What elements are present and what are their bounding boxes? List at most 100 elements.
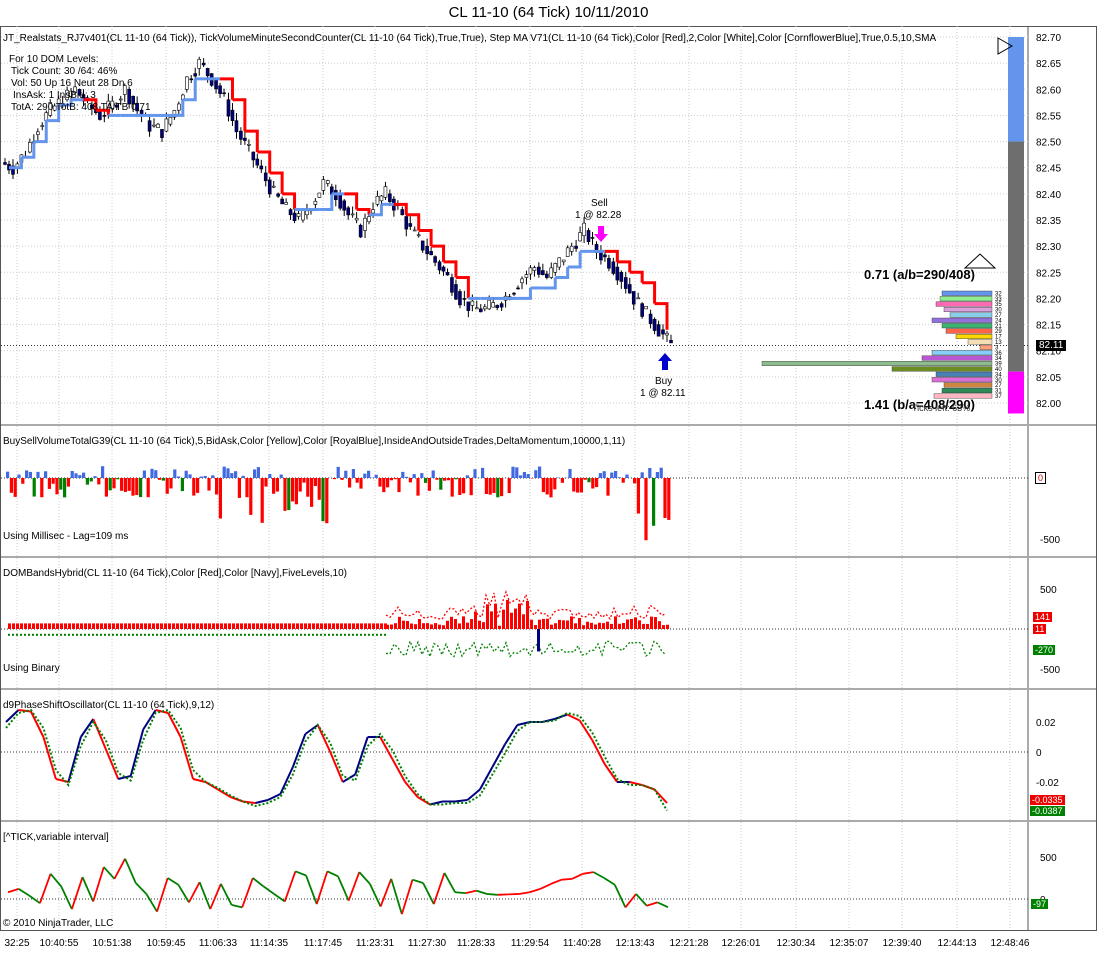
dom-band-dot (180, 633, 182, 636)
chart-canvas[interactable]: 32:25 10:40:55 10:51:38 10:59:45 11:06:33 11:… (0, 0, 1097, 976)
dom-band-dot (28, 633, 30, 636)
buysell-bar (196, 478, 200, 493)
tick-segment (337, 875, 350, 902)
dom-band-bar (594, 624, 597, 629)
dom-band-dot (36, 633, 38, 636)
dom-band-dot (216, 633, 218, 636)
dom-band-bar (610, 623, 613, 629)
x-tick-label: 11:23:31 (356, 938, 395, 949)
candle-body (524, 274, 529, 278)
buysell-bar (188, 474, 192, 478)
dom-band-dot (52, 633, 54, 636)
tick-segment (18, 888, 30, 897)
dom-band-bar (372, 623, 375, 629)
dom-band-bar (470, 619, 473, 629)
dom-band-bar (650, 616, 653, 629)
dom-lower-band (385, 639, 667, 659)
dom-band-bar (510, 612, 513, 629)
buysell-bar (9, 478, 13, 493)
candle-body (276, 193, 280, 197)
dom-band-bar (40, 623, 43, 629)
candle-body (342, 200, 347, 211)
buysell-bar (496, 478, 500, 498)
buysell-bar (606, 478, 610, 496)
tick-segment (571, 872, 584, 880)
osc-main-segment (304, 724, 319, 735)
step-ma-segment (443, 260, 458, 278)
candle-body (644, 305, 648, 310)
buysell-bar (332, 478, 336, 480)
ratio-top: 0.71 (a/b=290/408) (864, 267, 975, 282)
candle-body (354, 217, 359, 221)
dom-band-dot (132, 633, 134, 636)
osc-main-segment (417, 796, 431, 806)
dom-band-bar (72, 623, 75, 629)
candle-body (408, 223, 413, 227)
price-tick-label: 82.05 (1036, 373, 1061, 384)
buysell-bar (317, 478, 321, 500)
buysell-bar (427, 478, 431, 491)
buysell-bar (519, 475, 523, 478)
step-ma-segment (629, 270, 644, 283)
candle-body (549, 267, 554, 278)
buysell-bar (526, 474, 530, 478)
tick-segment (390, 878, 403, 915)
dom-band-bar (654, 617, 657, 629)
osc-main-segment (454, 799, 468, 803)
dom-tick-label: -500 (1040, 665, 1060, 676)
dom-band-bar (454, 619, 457, 629)
candle-body (197, 59, 202, 69)
dom-band-bar (300, 623, 303, 629)
buysell-bar (416, 478, 420, 496)
dom-band-bar (164, 623, 167, 629)
buysell-bar (484, 478, 488, 495)
candle-body (98, 111, 102, 120)
candle-body (350, 213, 355, 216)
buysell-bar (82, 472, 86, 478)
dom-band-dot (84, 633, 86, 636)
buysell-bar (481, 467, 485, 478)
dom-band-bar (574, 623, 577, 629)
dom-band-bar (526, 600, 529, 629)
buysell-bar (636, 478, 640, 514)
tick-tick-label: 500 (1040, 853, 1057, 864)
dom-band-dot (168, 633, 170, 636)
dom-band-bar (626, 619, 629, 629)
buysell-bar (363, 473, 367, 478)
price-tick-label: 82.45 (1036, 164, 1061, 175)
candle-body (623, 277, 628, 289)
buysell-bar (146, 478, 150, 498)
price-panel-label: JT_Realstats_RJ7v401(CL 11-10 (64 Tick))… (3, 33, 937, 44)
dom-band-bar (128, 623, 131, 629)
dom-band-dot (176, 633, 178, 636)
dom-val2-marker: 11 (1033, 624, 1047, 634)
buysell-bar (234, 471, 238, 478)
osc-main-segment (429, 800, 443, 806)
tick-segment (103, 866, 116, 880)
dom-band-bar (402, 620, 405, 629)
x-tick-label: 32:25 (4, 938, 29, 949)
dom-band-bar (24, 623, 27, 629)
dom-band-bar (176, 623, 179, 629)
buysell-bar (617, 477, 621, 478)
dom-band-bar (184, 623, 187, 629)
dom-line-1: For 10 DOM Levels: (9, 54, 99, 65)
osc-val1-marker: -0.0335 (1030, 795, 1065, 805)
buysell-bar (127, 478, 131, 491)
buysell-bar (614, 470, 618, 478)
buysell-bar (469, 478, 473, 496)
buysell-bar (59, 478, 63, 490)
buysell-bar (294, 478, 298, 505)
dom-band-dot (184, 633, 186, 636)
buysell-bar (260, 478, 264, 523)
tick-segment (209, 883, 222, 910)
dom-band-dot (372, 633, 374, 636)
buysell-bar (522, 472, 526, 478)
dom-band-bar (80, 623, 83, 629)
dom-band-dot (284, 633, 286, 636)
candle-body (36, 131, 40, 135)
tick-segment (613, 884, 627, 908)
dom-band-bar (356, 623, 359, 629)
dom-band-dot (108, 633, 110, 636)
candle-body (611, 261, 616, 274)
